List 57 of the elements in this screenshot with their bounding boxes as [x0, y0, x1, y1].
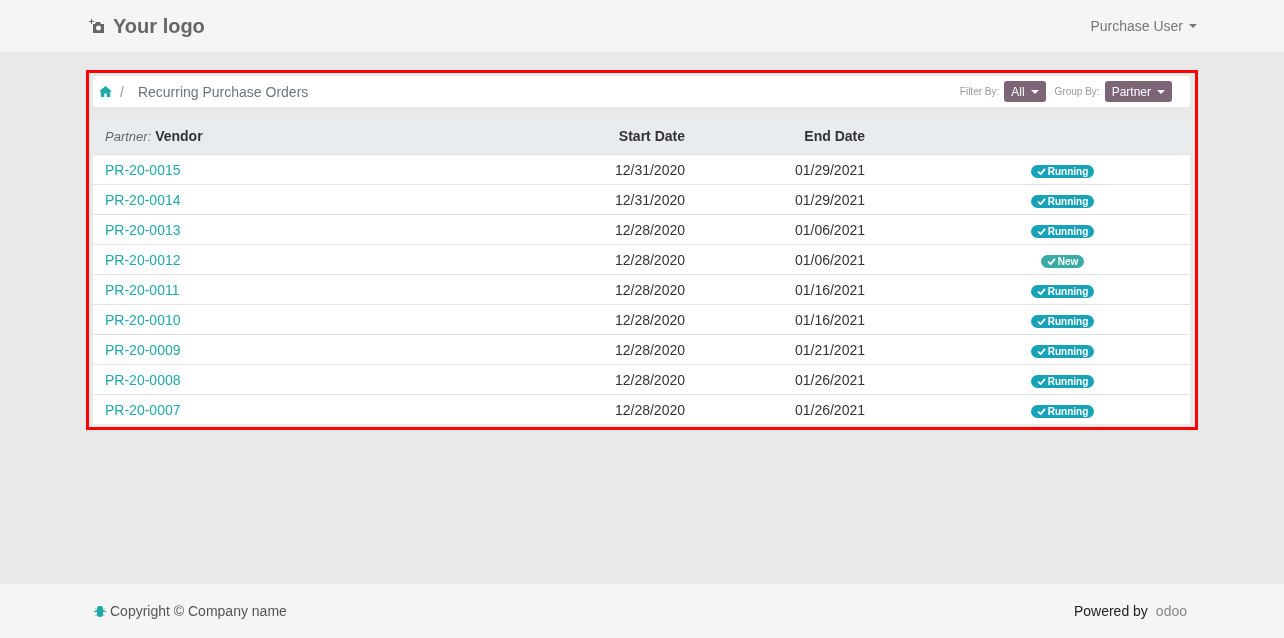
end-date: 01/26/2021	[793, 401, 865, 418]
breadcrumb-separator: /	[120, 83, 124, 100]
status-badge: Running	[1030, 374, 1095, 388]
logo[interactable]: Your logo	[88, 14, 205, 38]
powered-by-text: Powered by	[1073, 603, 1148, 619]
status-badge: Running	[1030, 344, 1095, 358]
start-date: 12/28/2020	[613, 341, 685, 358]
end-date: 01/21/2021	[793, 341, 865, 358]
order-link[interactable]: PR-20-0012	[105, 251, 181, 268]
group-header: Partner: Vendor	[104, 127, 204, 144]
status-badge: Running	[1030, 404, 1095, 418]
caret-icon	[1030, 89, 1039, 94]
home-icon[interactable]	[99, 86, 112, 97]
start-date: 12/31/2020	[613, 161, 685, 178]
order-link[interactable]: PR-20-0015	[105, 161, 181, 178]
order-link[interactable]: PR-20-0008	[105, 371, 181, 388]
order-link[interactable]: PR-20-0014	[105, 191, 181, 208]
logo-text: Your logo	[113, 14, 205, 38]
status-badge: Running	[1030, 284, 1095, 298]
filter-label: Group By:	[1054, 86, 1100, 97]
status-badge: Running	[1030, 314, 1095, 328]
filter-dropdown[interactable]: Partner	[1104, 81, 1172, 102]
start-date: 12/28/2020	[613, 401, 685, 418]
end-date: 01/16/2021	[793, 281, 865, 298]
start-date: 12/28/2020	[613, 371, 685, 388]
order-link[interactable]: PR-20-0007	[105, 401, 181, 418]
copyright-text: Copyright © Company name	[110, 603, 287, 619]
status-badge: Running	[1030, 194, 1095, 208]
status-badge: New	[1040, 254, 1085, 268]
end-date: 01/06/2021	[793, 251, 865, 268]
status-badge: Running	[1030, 164, 1095, 178]
order-link[interactable]: PR-20-0011	[105, 281, 180, 298]
start-date: 12/28/2020	[613, 311, 685, 328]
start-date: 12/28/2020	[613, 251, 685, 268]
filter-label: Filter By:	[959, 86, 1000, 97]
breadcrumb-current: Recurring Purchase Orders	[137, 83, 309, 100]
user-menu[interactable]: Purchase User	[1090, 18, 1197, 34]
filter-dropdown[interactable]: All	[1004, 81, 1046, 102]
column-header: Start Date	[617, 127, 685, 144]
end-date: 01/29/2021	[793, 191, 865, 208]
camera-icon	[88, 18, 106, 34]
bug-icon	[94, 605, 106, 617]
end-date: 01/26/2021	[793, 371, 865, 388]
order-link[interactable]: PR-20-0009	[105, 341, 181, 358]
order-link[interactable]: PR-20-0010	[105, 311, 181, 328]
caret-icon	[1157, 89, 1165, 94]
odoo-link[interactable]: odoo	[1155, 603, 1187, 619]
end-date: 01/16/2021	[793, 311, 865, 328]
column-header: End Date	[803, 127, 865, 144]
start-date: 12/31/2020	[613, 191, 685, 208]
start-date: 12/28/2020	[613, 221, 685, 238]
end-date: 01/29/2021	[793, 161, 865, 178]
status-badge: Running	[1030, 224, 1095, 238]
start-date: 12/28/2020	[613, 281, 685, 298]
order-link[interactable]: PR-20-0013	[105, 221, 181, 238]
end-date: 01/06/2021	[793, 221, 865, 238]
caret-icon	[1189, 24, 1197, 28]
